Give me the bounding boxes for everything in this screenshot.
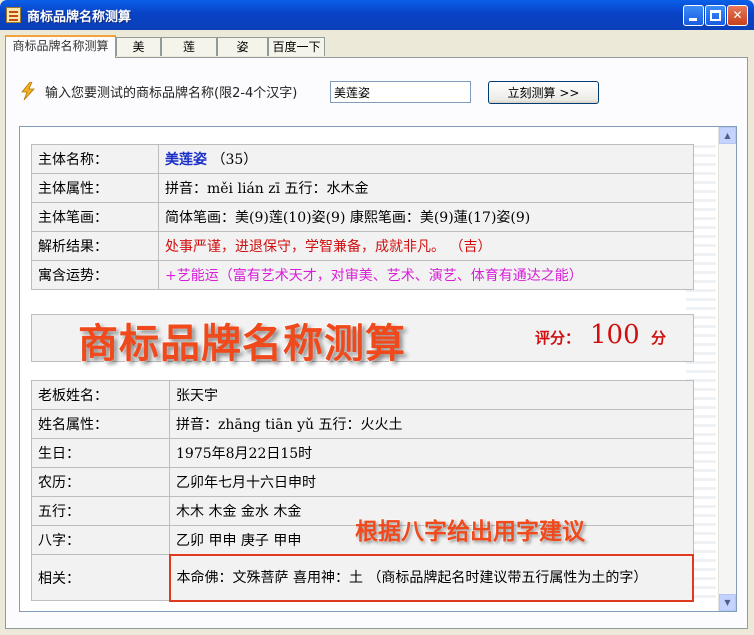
window-title: 商标品牌名称测算 <box>27 10 132 25</box>
document-icon <box>6 7 21 23</box>
results-view[interactable]: 主体名称： 美莲姿 （35） 主体属性： 拼音：měi lián zī 五行：水… <box>19 126 737 612</box>
brand-info-table: 主体名称： 美莲姿 （35） 主体属性： 拼音：měi lián zī 五行：水… <box>31 144 694 290</box>
table-row: 农历： 乙卯年七月十六日申时 <box>31 467 694 497</box>
related-advice: 本命佛：文殊菩萨 喜用神：土 （商标品牌起名时建议带五行属性为土的字） <box>168 553 694 602</box>
table-row: 姓名属性： 拼音：zhāng tiān yǔ 五行：火火土 <box>31 409 694 439</box>
brand-name: 美莲姿 <box>165 152 207 168</box>
lightning-bolt-icon <box>21 82 35 100</box>
row-label: 寓含运势： <box>31 260 159 290</box>
close-button[interactable]: ✕ <box>727 5 748 26</box>
row-label: 农历： <box>31 467 170 497</box>
row-label: 姓名属性： <box>31 409 170 439</box>
table-row: 主体名称： 美莲姿 （35） <box>31 144 694 174</box>
row-label: 主体名称： <box>31 144 159 174</box>
row-label: 主体笔画： <box>31 202 159 232</box>
row-value: 1975年8月22日15时 <box>169 438 694 468</box>
row-label: 老板姓名： <box>31 380 170 410</box>
row-label: 生日： <box>31 438 170 468</box>
owner-info-table: 老板姓名： 张天宇 姓名属性： 拼音：zhāng tiān yǔ 五行：火火土 … <box>31 380 694 602</box>
brand-name-input[interactable] <box>330 81 471 103</box>
stroke-count: （35） <box>211 152 258 168</box>
bazi-advice-hint: 根据八字给出用字建议 <box>354 518 586 546</box>
row-value: 乙卯年七月十六日申时 <box>169 467 694 497</box>
row-label: 主体属性： <box>31 173 159 203</box>
table-row: 老板姓名： 张天宇 <box>31 380 694 410</box>
tab-zi[interactable]: 姿 <box>217 37 268 56</box>
score-banner: 商标品牌名称测算 评分： 100 分 <box>31 314 694 368</box>
row-label: 解析结果： <box>31 231 159 261</box>
vertical-scrollbar[interactable]: ▲ ▼ <box>718 127 736 611</box>
scroll-down-icon[interactable]: ▼ <box>719 594 736 611</box>
row-value: 拼音：zhāng tiān yǔ 五行：火火土 <box>169 409 694 439</box>
minimize-icon <box>689 18 697 21</box>
row-value: 简体笔画：美(9)莲(10)姿(9) 康熙笔画：美(9)蓮(17)姿(9) <box>158 202 694 232</box>
scroll-up-icon[interactable]: ▲ <box>719 127 736 144</box>
score-unit: 分 <box>651 329 667 347</box>
table-row: 解析结果： 处事严谨，进退保守，学智兼备，成就非凡。 （吉） <box>31 231 694 261</box>
tab-baidu[interactable]: 百度一下 <box>268 37 325 56</box>
tab-mei[interactable]: 美 <box>116 37 161 56</box>
close-icon: ✕ <box>732 8 743 22</box>
analysis-result: 处事严谨，进退保守，学智兼备，成就非凡。 （吉） <box>158 231 694 261</box>
table-row: 生日： 1975年8月22日15时 <box>31 438 694 468</box>
row-label: 相关： <box>31 554 170 601</box>
table-row: 寓含运势： +艺能运（富有艺术天才，对审美、艺术、演艺、体育有通达之能） <box>31 260 694 290</box>
row-label: 五行： <box>31 496 170 526</box>
table-row: 相关： 本命佛：文殊菩萨 喜用神：土 （商标品牌起名时建议带五行属性为土的字） <box>31 553 694 602</box>
row-label: 八字： <box>31 525 170 555</box>
row-value: 美莲姿 （35） <box>158 144 694 174</box>
maximize-button[interactable] <box>705 5 726 26</box>
score-value: 100 <box>590 320 640 350</box>
banner-title: 商标品牌名称测算 <box>77 320 406 368</box>
test-now-button[interactable]: 立刻测算 >> <box>488 81 599 104</box>
input-prompt: 输入您要测试的商标品牌名称(限2-4个汉字) <box>45 86 298 101</box>
score-label: 评分： <box>535 329 581 347</box>
title-bar[interactable]: 商标品牌名称测算 ✕ <box>0 0 754 30</box>
row-value: 拼音：měi lián zī 五行：水木金 <box>158 173 694 203</box>
row-value: 张天宇 <box>169 380 694 410</box>
fortune-value: +艺能运（富有艺术天才，对审美、艺术、演艺、体育有通达之能） <box>158 260 694 290</box>
table-row: 主体属性： 拼音：měi lián zī 五行：水木金 <box>31 173 694 203</box>
tab-lian[interactable]: 莲 <box>161 37 217 56</box>
maximize-icon <box>710 10 721 21</box>
table-row: 主体笔画： 简体笔画：美(9)莲(10)姿(9) 康熙笔画：美(9)蓮(17)姿… <box>31 202 694 232</box>
tab-brand-test[interactable]: 商标品牌名称测算 <box>5 35 116 58</box>
minimize-button[interactable] <box>683 5 704 26</box>
